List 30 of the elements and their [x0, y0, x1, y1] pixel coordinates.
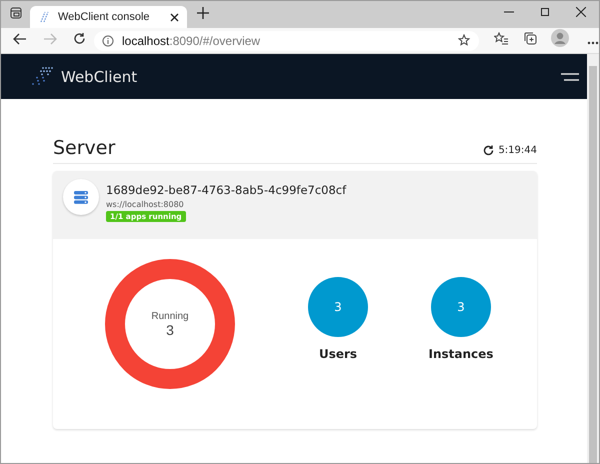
donut-value: 3 — [166, 322, 174, 338]
favorites-icon[interactable] — [494, 32, 508, 44]
server-stack-icon — [74, 190, 88, 204]
brand-name[interactable]: WebClient — [61, 68, 561, 86]
collections-icon[interactable] — [523, 31, 537, 45]
new-tab-icon[interactable] — [197, 7, 209, 19]
back-icon[interactable] — [13, 32, 27, 44]
close-icon[interactable] — [170, 12, 179, 22]
logo-icon — [38, 11, 50, 23]
address-field[interactable]: localhost:8090/#/overview — [94, 30, 479, 50]
tab-actions-icon[interactable] — [10, 7, 22, 19]
favorite-add-icon[interactable] — [458, 34, 471, 47]
more-icon[interactable] — [587, 40, 599, 44]
count-value: 3 — [334, 300, 342, 314]
scrollbar[interactable] — [587, 54, 599, 463]
forward-icon — [43, 32, 57, 44]
info-icon[interactable] — [102, 34, 114, 46]
page-title: Server — [53, 137, 116, 159]
donut-label: Running — [151, 310, 189, 322]
stat-label: Users — [318, 347, 358, 361]
profile-avatar-icon[interactable] — [551, 29, 569, 47]
reload-icon[interactable] — [73, 32, 86, 44]
refresh-icon[interactable] — [483, 145, 494, 156]
stat-label: Instances — [428, 347, 494, 361]
server-id: 1689de92-be87-4763-8ab5-4c99fe7c08cf — [106, 183, 346, 197]
browser-tab[interactable]: WebClient console — [30, 6, 187, 28]
refresh-time: 5:19:44 — [498, 145, 537, 156]
count-value: 3 — [457, 300, 465, 314]
menu-icon[interactable] — [561, 72, 579, 80]
server-url: ws://localhost:8080 — [106, 200, 185, 209]
